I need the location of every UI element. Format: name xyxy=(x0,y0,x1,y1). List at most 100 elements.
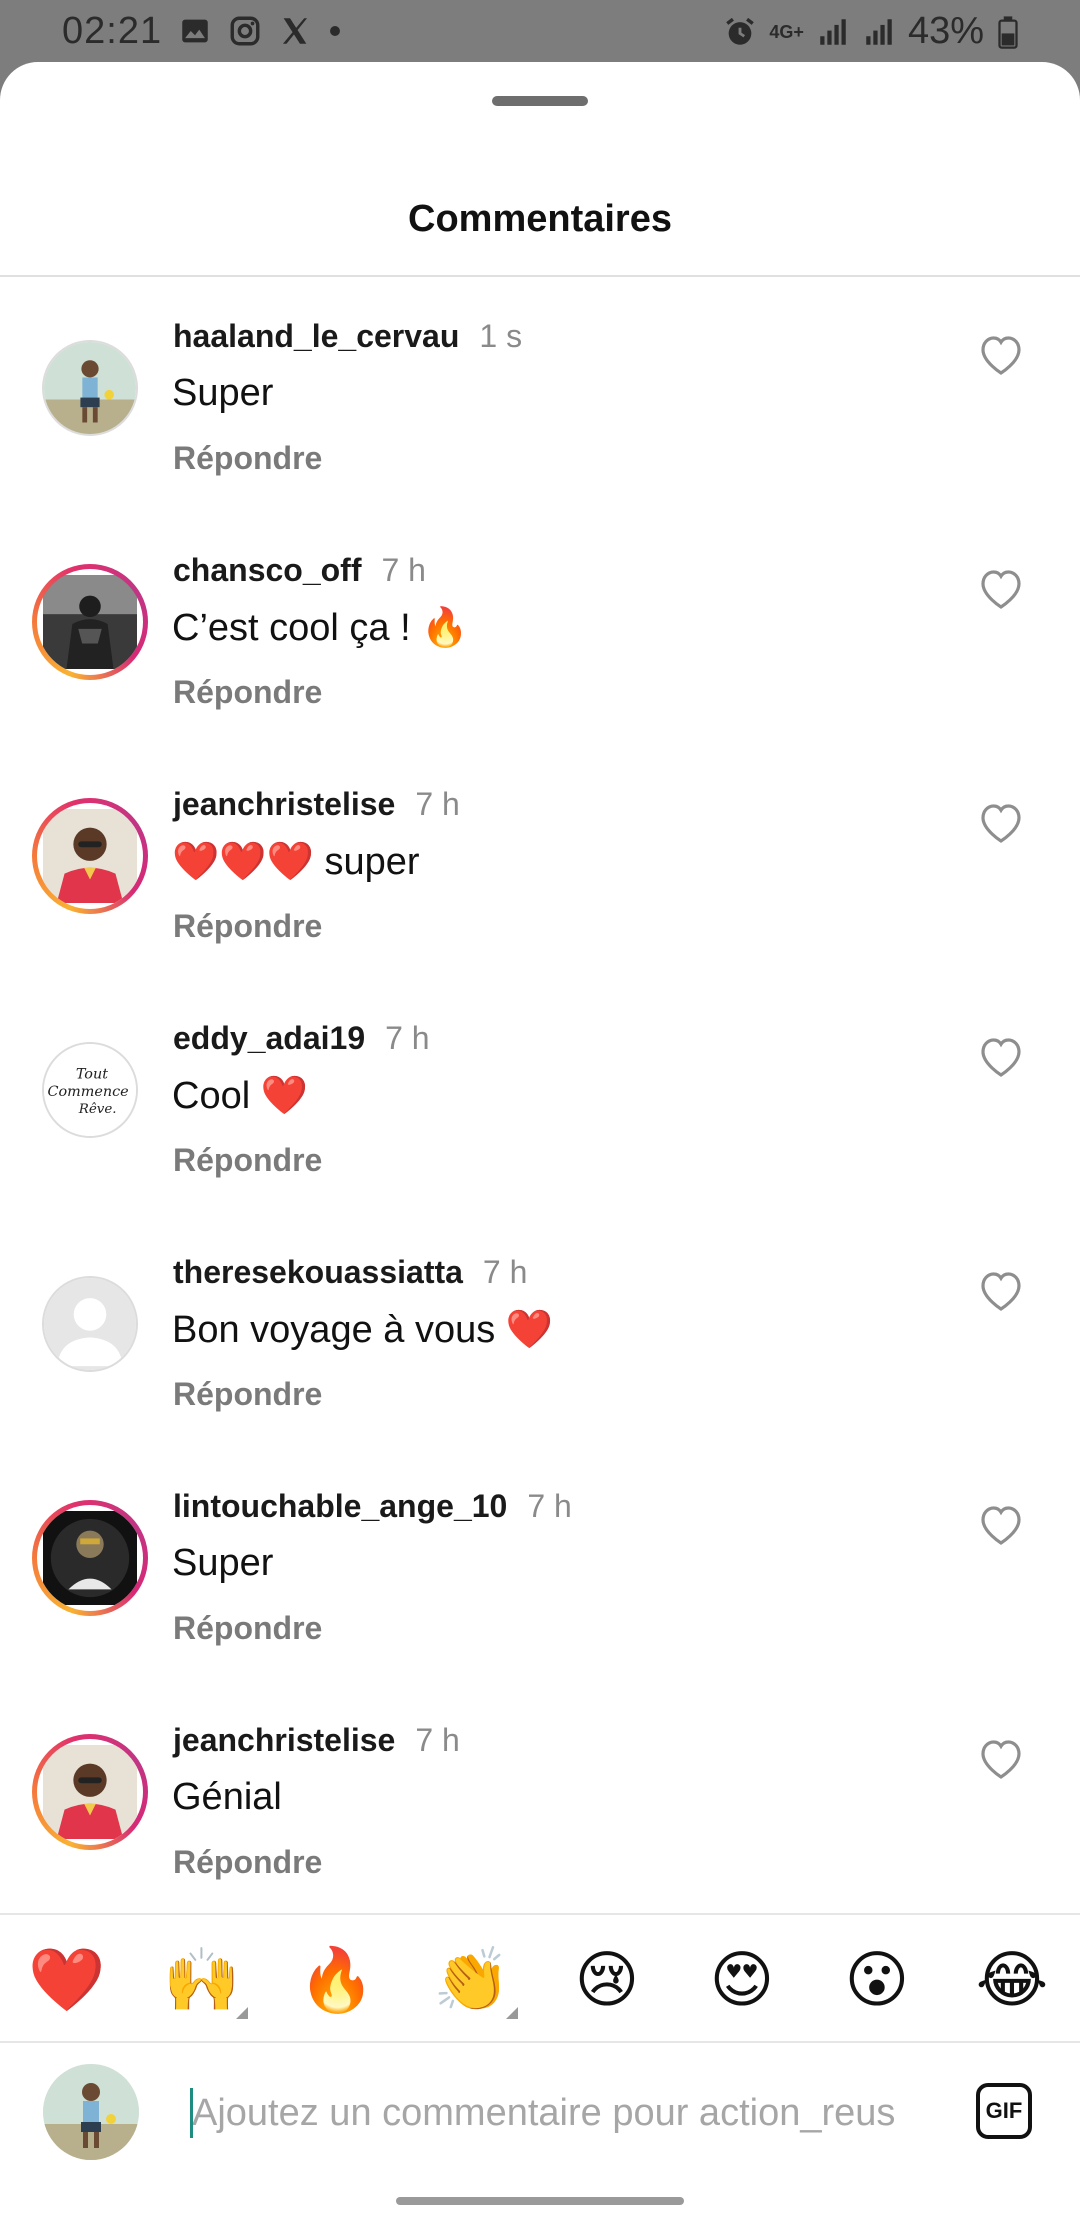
comment-text: Super xyxy=(172,372,274,414)
avatar-story-ring[interactable] xyxy=(32,564,148,680)
reaction-fire[interactable]: 🔥 xyxy=(297,1945,377,2015)
heart-icon[interactable] xyxy=(977,800,1025,844)
comment-username[interactable]: chansco_off xyxy=(173,552,361,589)
reaction-raised-hands[interactable]: 🙌 xyxy=(162,1945,242,2015)
heart-icon[interactable] xyxy=(977,1502,1025,1546)
comment-item: jeanchristelise 7 h ❤️❤️❤️ super Répondr… xyxy=(0,786,1080,1020)
comment-time: 7 h xyxy=(381,552,426,588)
reaction-crying[interactable]: 😢 xyxy=(567,1945,647,2015)
comment-text: Génial xyxy=(172,1776,282,1818)
reply-button[interactable]: Répondre xyxy=(173,1376,322,1413)
alarm-icon xyxy=(726,17,755,45)
comment-meta: lintouchable_ange_10 7 h xyxy=(173,1488,572,1525)
comment-username[interactable]: lintouchable_ange_10 xyxy=(173,1488,507,1525)
svg-text:Rêve.: Rêve. xyxy=(78,1102,117,1117)
sheet-title: Commentaires xyxy=(408,198,672,240)
comment-username[interactable]: theresekouassiatta xyxy=(173,1254,463,1291)
heart-icon[interactable] xyxy=(977,1268,1025,1312)
comment-username[interactable]: jeanchristelise xyxy=(173,786,395,823)
reply-button[interactable]: Répondre xyxy=(173,1610,322,1647)
heart-icon[interactable] xyxy=(977,332,1025,376)
avatar[interactable]: Tout Commence Rêve. xyxy=(32,1032,148,1148)
comment-username[interactable]: jeanchristelise xyxy=(173,1722,395,1759)
comment-time: 1 s xyxy=(479,318,523,354)
avatar xyxy=(37,1739,143,1845)
status-bar: 02:21 4G+ 43% xyxy=(0,0,1080,64)
instagram-icon xyxy=(230,16,260,46)
text-caret xyxy=(190,2088,193,2138)
comment-text: C’est cool ça ! 🔥 xyxy=(172,607,469,649)
comment-text: Super xyxy=(172,1542,274,1584)
comment-item: Tout Commence Rêve. eddy_adai19 7 h Cool… xyxy=(0,1020,1080,1254)
reply-button[interactable]: Répondre xyxy=(173,674,322,711)
reaction-heart[interactable]: ❤️ xyxy=(27,1945,107,2015)
avatar xyxy=(37,803,143,909)
avatar-image xyxy=(44,342,136,434)
comment-time: 7 h xyxy=(415,1722,460,1758)
avatar-image xyxy=(43,575,137,669)
comment-username[interactable]: eddy_adai19 xyxy=(173,1020,365,1057)
status-right-icons: 4G+ 43% xyxy=(723,10,1020,53)
network-type: 4G+ xyxy=(769,21,804,42)
comment-time: 7 h xyxy=(415,786,460,822)
reaction-laughing[interactable]: 😂 xyxy=(972,1945,1052,2015)
gif-button[interactable]: GIF xyxy=(976,2083,1032,2139)
signal-icon xyxy=(820,18,846,45)
comment-time: 7 h xyxy=(527,1488,572,1524)
reply-button[interactable]: Répondre xyxy=(173,1142,322,1179)
comment-time: 7 h xyxy=(385,1020,430,1056)
heart-icon[interactable] xyxy=(977,1736,1025,1780)
svg-text:Commence: Commence xyxy=(48,1084,129,1100)
avatar-story-ring[interactable] xyxy=(32,1734,148,1850)
battery-percent: 43% xyxy=(907,10,984,52)
comment-username[interactable]: haaland_le_cervau xyxy=(173,318,459,355)
skin-tone-variant-indicator xyxy=(236,2007,248,2019)
comment-meta: eddy_adai19 7 h xyxy=(173,1020,430,1057)
home-indicator[interactable] xyxy=(396,2197,684,2205)
avatar[interactable] xyxy=(32,1266,148,1382)
reply-button[interactable]: Répondre xyxy=(173,908,322,945)
comment-item: haaland_le_cervau 1 s Super Répondre xyxy=(0,318,1080,552)
avatar-image: Tout Commence Rêve. xyxy=(44,1044,136,1136)
avatar-photo xyxy=(42,340,138,436)
comment-text: ❤️❤️❤️ super xyxy=(172,841,420,883)
gallery-icon xyxy=(182,19,208,43)
avatar-logo: Tout Commence Rêve. xyxy=(42,1042,138,1138)
reaction-heart-eyes[interactable]: 😍 xyxy=(702,1945,782,2015)
divider xyxy=(0,2041,1080,2043)
avatar xyxy=(37,569,143,675)
comment-time: 7 h xyxy=(482,1254,528,1290)
comment-meta: chansco_off 7 h xyxy=(173,552,426,589)
comment-list[interactable]: haaland_le_cervau 1 s Super Répondre cha… xyxy=(0,318,1080,1956)
comment-item: chansco_off 7 h C’est cool ça ! 🔥 Répond… xyxy=(0,552,1080,786)
comment-meta: jeanchristelise 7 h xyxy=(173,1722,460,1759)
avatar-image xyxy=(43,809,137,903)
dot-icon xyxy=(330,26,340,36)
reaction-surprised[interactable]: 😮 xyxy=(837,1945,917,2015)
comment-meta: jeanchristelise 7 h xyxy=(173,786,460,823)
avatar-image xyxy=(43,2064,139,2160)
comment-item: lintouchable_ange_10 7 h Super Répondre xyxy=(0,1488,1080,1722)
status-left-icons xyxy=(178,14,342,48)
reply-button[interactable]: Répondre xyxy=(173,1844,322,1881)
comment-meta: haaland_le_cervau 1 s xyxy=(173,318,522,355)
status-time: 02:21 xyxy=(62,10,163,52)
default-avatar-icon xyxy=(44,1278,136,1370)
comment-input[interactable] xyxy=(190,2080,954,2146)
x-icon xyxy=(282,18,308,44)
comment-meta: theresekouassiatta 7 h xyxy=(173,1254,527,1291)
avatar-logo-text: Tout xyxy=(76,1067,108,1083)
avatar-story-ring[interactable] xyxy=(32,1500,148,1616)
sheet-drag-handle[interactable] xyxy=(492,96,588,106)
heart-icon[interactable] xyxy=(977,566,1025,610)
quick-reaction-bar: ❤️ 🙌 🔥 👏 😢 😍 😮 😂 xyxy=(0,1915,1080,2040)
signal-icon xyxy=(866,18,892,45)
skin-tone-variant-indicator xyxy=(506,2007,518,2019)
heart-icon[interactable] xyxy=(977,1034,1025,1078)
avatar-default xyxy=(42,1276,138,1372)
comment-text: Bon voyage à vous ❤️ xyxy=(172,1309,554,1351)
reply-button[interactable]: Répondre xyxy=(173,440,322,477)
reaction-clapping[interactable]: 👏 xyxy=(432,1945,512,2015)
avatar[interactable] xyxy=(32,330,148,446)
avatar-story-ring[interactable] xyxy=(32,798,148,914)
